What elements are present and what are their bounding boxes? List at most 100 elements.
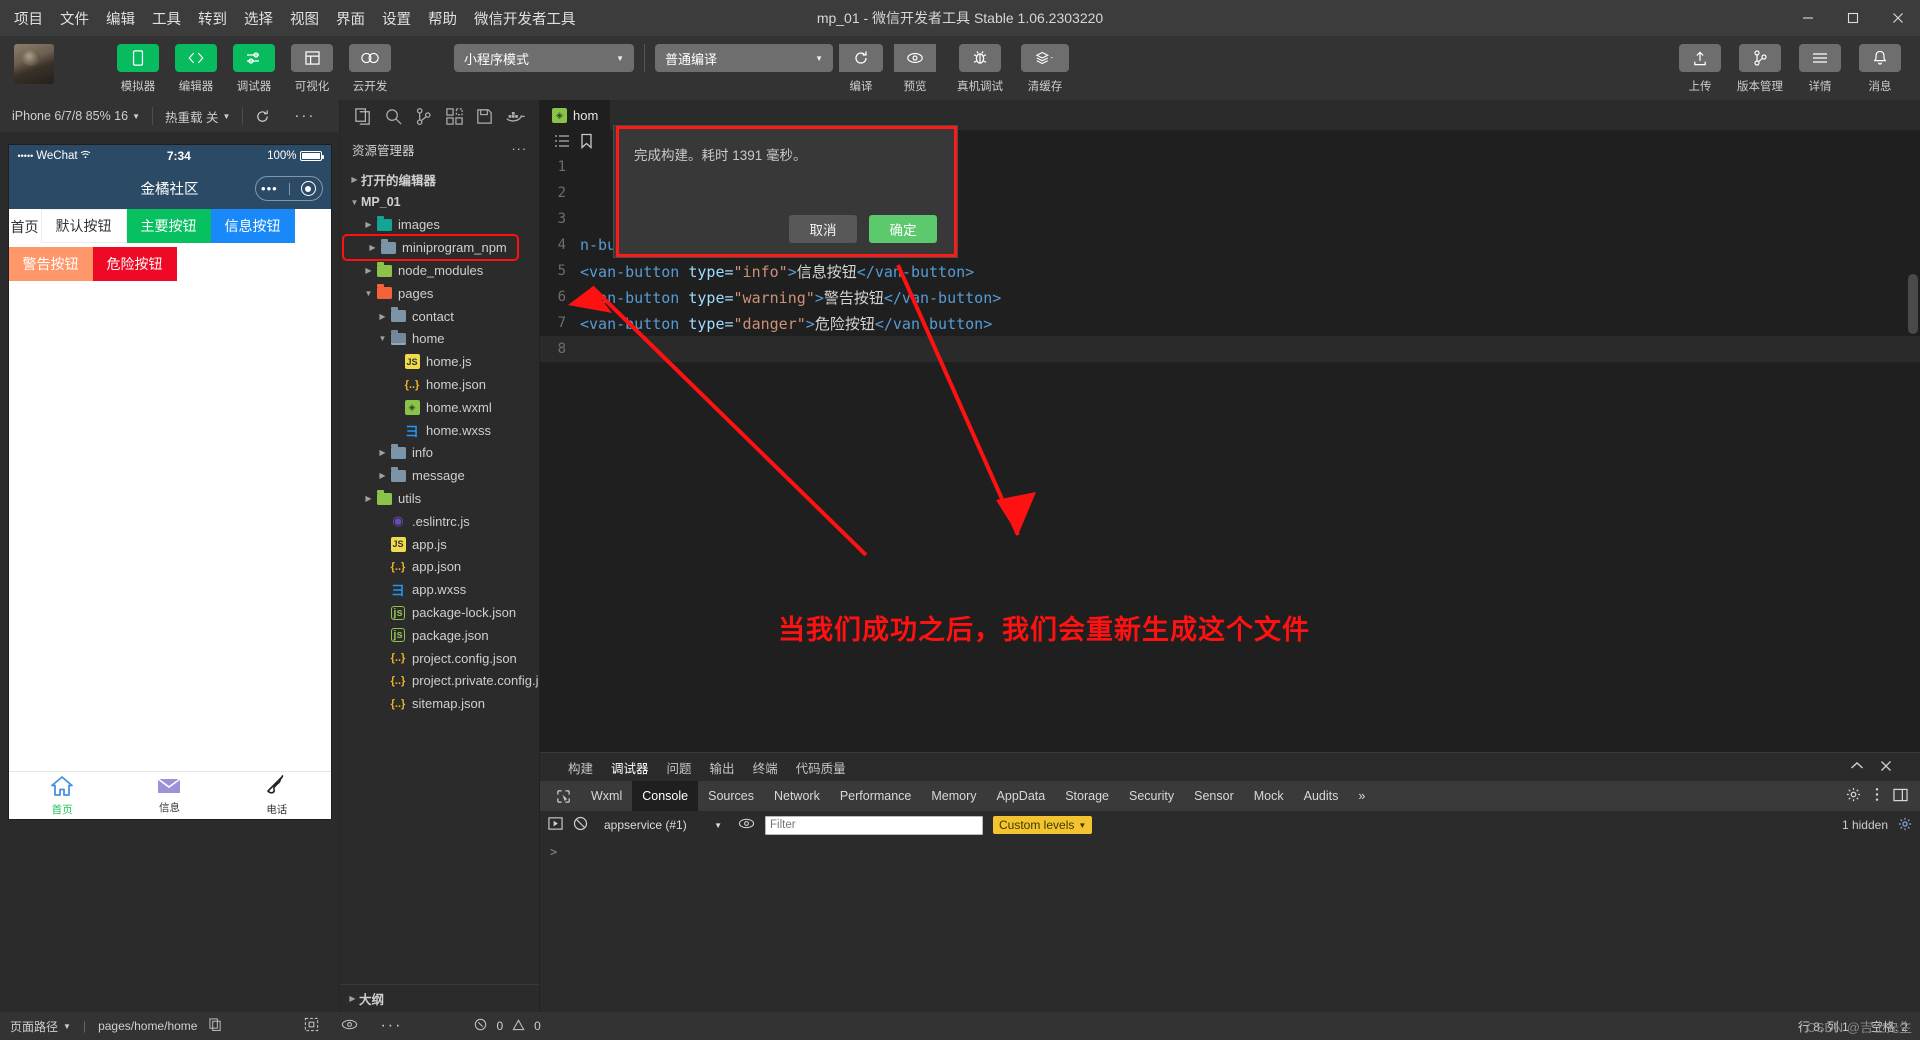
tree-item-home-js[interactable]: JShome.js xyxy=(340,350,539,373)
tabbar-item-home[interactable]: 首页 xyxy=(9,772,116,819)
devtools-tab-network[interactable]: Network xyxy=(764,781,830,811)
van-button-info[interactable]: 信息按钮 xyxy=(211,209,295,243)
tree-item-home-json[interactable]: {..}home.json xyxy=(340,373,539,396)
mode-select[interactable]: 小程序模式 ▼ xyxy=(454,44,634,72)
page-path-select[interactable]: 页面路径 ▼ xyxy=(10,1018,71,1035)
menu-item-7[interactable]: 界面 xyxy=(336,8,365,29)
console-filter-input[interactable] xyxy=(765,816,983,835)
tree-item-pages[interactable]: ▼pages xyxy=(340,282,539,305)
docker-icon[interactable] xyxy=(505,107,525,125)
tree-item-home-wxss[interactable]: 彐home.wxss xyxy=(340,419,539,442)
toolbar-action-detail[interactable]: 详情 xyxy=(1794,44,1846,94)
tree-item-utils[interactable]: ▶utils xyxy=(340,487,539,510)
clear-icon[interactable] xyxy=(573,816,588,834)
menu-item-2[interactable]: 编辑 xyxy=(106,8,135,29)
toolbar-item-simulator[interactable]: 模拟器 xyxy=(112,44,164,94)
tree-item-app-json[interactable]: {..}app.json xyxy=(340,556,539,579)
status-diagnostics[interactable]: 0 0 xyxy=(474,1018,540,1034)
menu-item-4[interactable]: 转到 xyxy=(198,8,227,29)
panel-tab-problems[interactable]: 问题 xyxy=(667,758,692,777)
tree-item-message[interactable]: ▶message xyxy=(340,464,539,487)
compile-select[interactable]: 普通编译 ▼ xyxy=(655,44,833,72)
eye-icon[interactable] xyxy=(341,1019,358,1033)
toolbar-action-realdebug[interactable]: 真机调试 xyxy=(949,44,1011,94)
play-icon[interactable] xyxy=(548,816,563,834)
menu-item-0[interactable]: 项目 xyxy=(14,8,43,29)
close-icon[interactable] xyxy=(1880,760,1892,775)
toolbar-action-version[interactable]: 版本管理 xyxy=(1734,44,1786,94)
minimize-icon[interactable] xyxy=(1785,0,1830,36)
eye-icon[interactable] xyxy=(738,818,755,832)
devtools-tab-audits[interactable]: Audits xyxy=(1294,781,1349,811)
list-icon[interactable] xyxy=(554,134,570,151)
tree-item-app-js[interactable]: JSapp.js xyxy=(340,533,539,556)
dialog-cancel-button[interactable]: 取消 xyxy=(789,215,857,243)
tree-item-package-json[interactable]: jspackage.json xyxy=(340,624,539,647)
tree-item-sitemap-json[interactable]: {..}sitemap.json xyxy=(340,692,539,715)
tree-open-editors[interactable]: ▶ 打开的编辑器 xyxy=(340,168,539,191)
toolbar-item-visual[interactable]: 可视化 xyxy=(286,44,338,94)
more-vertical-icon[interactable] xyxy=(1875,787,1879,805)
menu-item-3[interactable]: 工具 xyxy=(152,8,181,29)
van-button-warning[interactable]: 警告按钮 xyxy=(9,247,93,281)
source-control-icon[interactable] xyxy=(414,107,433,126)
toolbar-item-cloud[interactable]: 云开发 xyxy=(344,44,396,94)
tree-item-home-wxml[interactable]: ◈home.wxml xyxy=(340,396,539,419)
devtools-tab-console[interactable]: Console xyxy=(632,781,698,811)
toolbar-item-debugger[interactable]: 调试器 xyxy=(228,44,280,94)
gear-icon[interactable] xyxy=(1898,817,1912,834)
tree-item-app-wxss[interactable]: 彐app.wxss xyxy=(340,578,539,601)
editor-scrollbar[interactable] xyxy=(1908,274,1918,334)
devtools-tab-performance[interactable]: Performance xyxy=(830,781,922,811)
menu-item-5[interactable]: 选择 xyxy=(244,8,273,29)
van-button-primary[interactable]: 主要按钮 xyxy=(127,209,211,243)
editor-tab-home-wxml[interactable]: ◈ hom xyxy=(540,100,610,130)
tree-item-images[interactable]: ▶images xyxy=(340,214,539,237)
files-icon[interactable] xyxy=(354,107,373,126)
menu-item-10[interactable]: 微信开发者工具 xyxy=(474,8,576,29)
simulator-more-button[interactable]: ··· xyxy=(282,100,327,132)
tree-item-project-private-config-js---[interactable]: {..}project.private.config.js... xyxy=(340,670,539,693)
panel-tab-output[interactable]: 输出 xyxy=(710,758,735,777)
dialog-confirm-button[interactable]: 确定 xyxy=(869,215,937,243)
devtools-tab-mock[interactable]: Mock xyxy=(1244,781,1294,811)
outline-section[interactable]: ▶ 大纲 xyxy=(340,984,539,1012)
device-select[interactable]: iPhone 6/7/8 85% 16 ▼ xyxy=(0,100,152,132)
tree-root[interactable]: ▼ MP_01 xyxy=(340,191,539,214)
inspect-icon[interactable] xyxy=(546,781,581,811)
close-icon[interactable] xyxy=(1875,0,1920,36)
tree-item-node-modules[interactable]: ▶node_modules xyxy=(340,259,539,282)
van-button-danger[interactable]: 危险按钮 xyxy=(93,247,177,281)
toolbar-action-upload[interactable]: 上传 xyxy=(1674,44,1726,94)
devtools-tab-memory[interactable]: Memory xyxy=(921,781,986,811)
tabbar-item-message[interactable]: 信息 xyxy=(116,772,223,819)
save-icon[interactable] xyxy=(475,107,494,126)
tree-item-info[interactable]: ▶info xyxy=(340,442,539,465)
panel-tab-terminal[interactable]: 终端 xyxy=(753,758,778,777)
toolbar-action-preview[interactable]: 预览 xyxy=(889,44,941,94)
console-output[interactable]: > xyxy=(540,839,1920,1012)
panel-tab-debugger[interactable]: 调试器 xyxy=(611,758,649,777)
menu-item-1[interactable]: 文件 xyxy=(60,8,89,29)
panel-tab-build[interactable]: 构建 xyxy=(568,758,593,777)
toolbar-action-compile[interactable]: 编译 xyxy=(833,44,889,94)
gear-icon[interactable] xyxy=(1846,787,1861,805)
search-icon[interactable] xyxy=(384,107,403,126)
menu-item-9[interactable]: 帮助 xyxy=(428,8,457,29)
menu-item-8[interactable]: 设置 xyxy=(382,8,411,29)
tree-item-project-config-json[interactable]: {..}project.config.json xyxy=(340,647,539,670)
simulator-refresh-button[interactable] xyxy=(243,100,282,132)
devtools-tab-sensor[interactable]: Sensor xyxy=(1184,781,1244,811)
bookmark-icon[interactable] xyxy=(580,133,593,152)
tree-item--eslintrc-js[interactable]: ◉.eslintrc.js xyxy=(340,510,539,533)
panel-tab-quality[interactable]: 代码质量 xyxy=(796,758,846,777)
chevron-up-icon[interactable] xyxy=(1850,760,1864,774)
toolbar-action-message[interactable]: 消息 xyxy=(1854,44,1906,94)
tree-item-package-lock-json[interactable]: jspackage-lock.json xyxy=(340,601,539,624)
more-icon[interactable]: ··· xyxy=(512,142,528,156)
console-context-select[interactable]: appservice (#1) ▼ xyxy=(598,815,728,835)
avatar[interactable] xyxy=(14,44,54,84)
devtools-tab-wxml[interactable]: Wxml xyxy=(581,781,632,811)
maximize-icon[interactable] xyxy=(1830,0,1875,36)
wechat-capsule[interactable]: ••• xyxy=(255,176,323,201)
